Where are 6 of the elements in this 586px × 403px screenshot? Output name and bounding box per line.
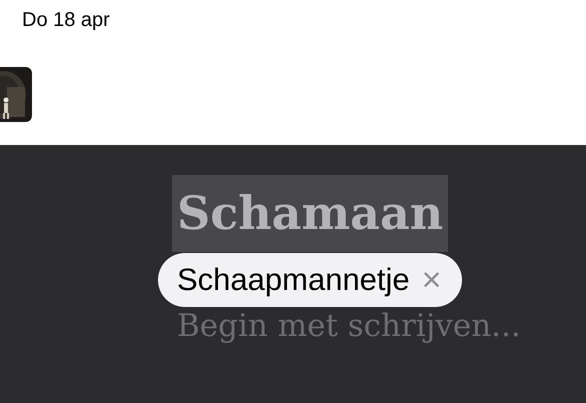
note-body-field[interactable]: Begin met schrijven... bbox=[177, 306, 586, 346]
suggestion-text: Schaapmannetje bbox=[177, 262, 410, 298]
close-button[interactable]: × bbox=[422, 262, 442, 298]
date-label: Do 18 apr bbox=[22, 8, 111, 32]
autocomplete-suggestion[interactable]: Schaapmannetje × bbox=[158, 253, 462, 307]
note-title[interactable]: Schamaan bbox=[172, 175, 448, 252]
